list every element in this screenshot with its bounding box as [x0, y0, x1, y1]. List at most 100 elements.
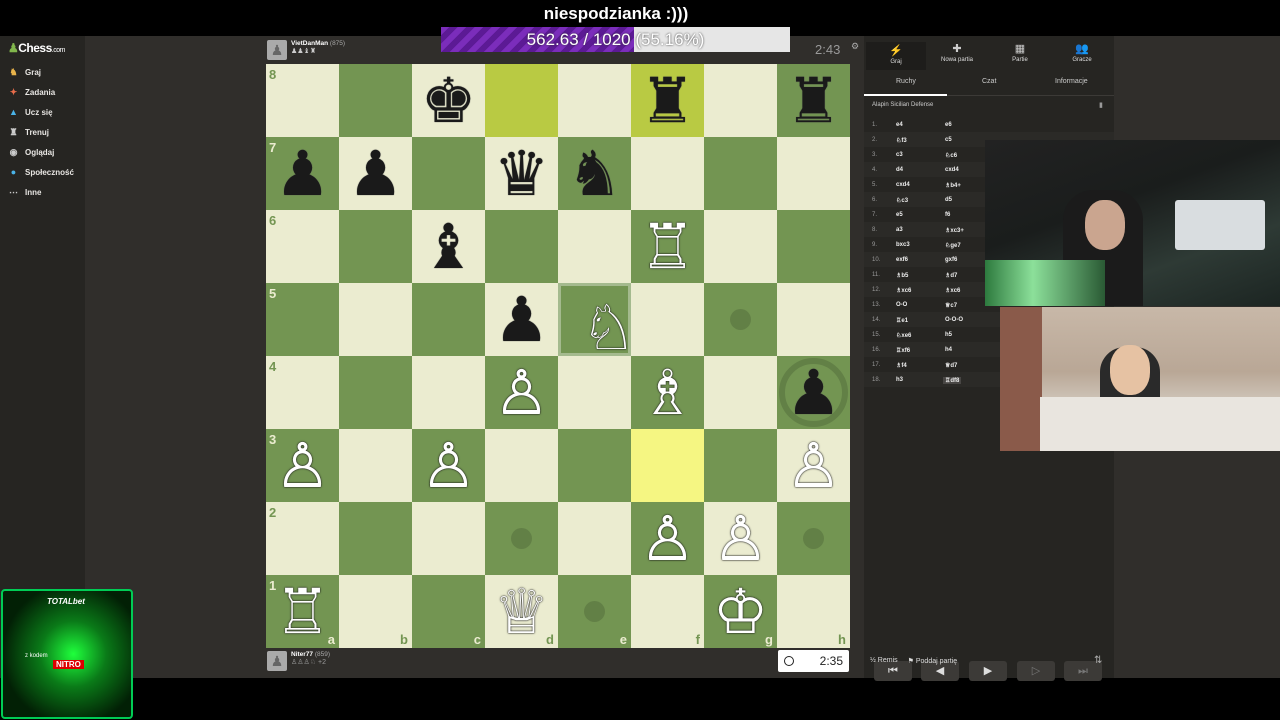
subtab-chat[interactable]: Czat — [982, 78, 996, 85]
player-name[interactable]: VietDanMan — [291, 40, 328, 47]
black-move[interactable]: ♖df8 — [943, 377, 962, 384]
sidebar-item-play[interactable]: ♞ Graj — [8, 67, 41, 78]
chess-piece[interactable]: ♝ — [412, 210, 485, 283]
square-g7[interactable] — [704, 137, 777, 210]
chess-piece[interactable]: ♖ — [266, 575, 339, 648]
white-move[interactable]: c3 — [896, 152, 903, 158]
player-name[interactable]: Niter77 — [291, 651, 313, 658]
square-h1[interactable]: h — [777, 575, 850, 648]
draw-button[interactable]: ½ Remis — [870, 657, 898, 665]
black-move[interactable]: ♕c7 — [945, 302, 957, 309]
move-hint-dot[interactable] — [730, 309, 751, 330]
square-b3[interactable] — [339, 429, 412, 502]
black-move[interactable]: ♘c6 — [945, 152, 957, 159]
black-move[interactable]: ♗d7 — [945, 272, 957, 279]
square-b6[interactable] — [339, 210, 412, 283]
black-move[interactable]: h5 — [945, 332, 952, 338]
white-move[interactable]: a3 — [896, 227, 903, 233]
square-e7[interactable]: ♞ — [558, 137, 631, 210]
square-h6[interactable] — [777, 210, 850, 283]
white-move[interactable]: ♗f4 — [896, 362, 907, 369]
chess-piece[interactable]: ♙ — [485, 356, 558, 429]
square-g8[interactable] — [704, 64, 777, 137]
white-move[interactable]: ♗b5 — [896, 272, 908, 279]
tab-new-game[interactable]: ✚ Nowa partia — [927, 42, 987, 63]
square-a1[interactable]: 1 a ♖ — [266, 575, 339, 648]
square-g3[interactable] — [704, 429, 777, 502]
square-f3[interactable] — [631, 429, 704, 502]
square-e3[interactable] — [558, 429, 631, 502]
square-f8[interactable]: ♜ — [631, 64, 704, 137]
square-g2[interactable]: ♙ — [704, 502, 777, 575]
black-move[interactable]: gxf6 — [945, 257, 957, 263]
square-f5[interactable] — [631, 283, 704, 356]
square-a3[interactable]: 3 ♙ — [266, 429, 339, 502]
sponsor-banner[interactable]: TOTALbet z kodem NITRO — [1, 589, 133, 719]
black-move[interactable]: d5 — [945, 197, 952, 203]
flip-board-icon[interactable]: ⇅ — [1094, 655, 1102, 666]
square-e6[interactable] — [558, 210, 631, 283]
black-move[interactable]: c5 — [945, 137, 952, 143]
square-b8[interactable] — [339, 64, 412, 137]
chess-piece[interactable]: ♙ — [704, 502, 777, 575]
chess-piece[interactable]: ♟ — [339, 137, 412, 210]
square-h3[interactable]: ♙ — [777, 429, 850, 502]
square-d4[interactable]: ♙ — [485, 356, 558, 429]
sidebar-item-puzzles[interactable]: ✦ Zadania — [8, 87, 56, 98]
square-c5[interactable] — [412, 283, 485, 356]
square-g6[interactable] — [704, 210, 777, 283]
subtab-moves[interactable]: Ruchy — [896, 78, 916, 85]
square-e5[interactable]: ♘ — [558, 283, 636, 364]
chess-board[interactable]: 8 ♚ ♜ ♜ 7 ♟ ♟ ♛ ♞ 6 ♝ ♖ 5 ♟ ♘ 4 ♙ ♗ ♟ 3 ♙ ♙ ♙ 2 ♙ ♙ 1 a ♖ b c d ♕ e f g ♔ h — [266, 64, 850, 648]
square-f4[interactable]: ♗ — [631, 356, 704, 429]
white-move[interactable]: ♘f3 — [896, 137, 907, 144]
sidebar-item-community[interactable]: ● Społeczność — [8, 167, 74, 178]
chess-logo[interactable]: ♟Chess.com — [8, 41, 65, 55]
square-g4[interactable] — [704, 356, 777, 429]
black-move[interactable]: e6 — [945, 122, 952, 128]
square-h8[interactable]: ♜ — [777, 64, 850, 137]
chess-piece[interactable]: ♚ — [412, 64, 485, 137]
square-c6[interactable]: ♝ — [412, 210, 485, 283]
move-hint-dot[interactable] — [511, 528, 532, 549]
square-d8[interactable] — [485, 64, 558, 137]
white-move[interactable]: ♗xc6 — [896, 287, 911, 294]
square-c1[interactable]: c — [412, 575, 485, 648]
white-move[interactable]: h3 — [896, 377, 903, 383]
sidebar-item-more[interactable]: ⋯ Inne — [8, 187, 41, 198]
chess-piece[interactable]: ♙ — [412, 429, 485, 502]
white-move[interactable]: ♖xf6 — [896, 347, 910, 354]
square-c8[interactable]: ♚ — [412, 64, 485, 137]
square-g1[interactable]: g ♔ — [704, 575, 777, 648]
square-a6[interactable]: 6 — [266, 210, 339, 283]
next-move-button[interactable]: ▶ — [969, 661, 1007, 681]
square-f7[interactable] — [631, 137, 704, 210]
white-move[interactable]: O-O — [896, 302, 907, 308]
square-d3[interactable] — [485, 429, 558, 502]
black-move[interactable]: h4 — [945, 347, 952, 353]
opening-name[interactable]: Alapin Sicilian Defense — [872, 102, 933, 108]
next-disabled-button[interactable]: ▷ — [1017, 661, 1055, 681]
avatar[interactable]: ♟ — [267, 40, 287, 60]
black-move[interactable]: ♗xc6 — [945, 287, 960, 294]
black-move[interactable]: ♕d7 — [945, 362, 957, 369]
chess-piece[interactable]: ♕ — [485, 575, 558, 648]
subtab-info[interactable]: Informacje — [1055, 78, 1088, 85]
chess-piece[interactable]: ♟ — [485, 283, 558, 356]
square-a8[interactable]: 8 — [266, 64, 339, 137]
chess-piece[interactable]: ♜ — [777, 64, 850, 137]
square-e4[interactable] — [558, 356, 631, 429]
black-move[interactable]: ♗b4+ — [945, 182, 961, 189]
square-a7[interactable]: 7 ♟ — [266, 137, 339, 210]
tab-games[interactable]: ▦ Partie — [990, 42, 1050, 63]
square-c4[interactable] — [412, 356, 485, 429]
square-f1[interactable]: f — [631, 575, 704, 648]
tab-players[interactable]: 👥 Gracze — [1052, 42, 1112, 63]
black-move[interactable]: f6 — [945, 212, 950, 218]
square-e8[interactable] — [558, 64, 631, 137]
white-move[interactable]: e4 — [896, 122, 903, 128]
chess-piece[interactable]: ♜ — [631, 64, 704, 137]
white-move[interactable]: cxd4 — [896, 182, 910, 188]
black-move[interactable]: cxd4 — [945, 167, 959, 173]
sidebar-item-train[interactable]: ♜ Trenuj — [8, 127, 49, 138]
